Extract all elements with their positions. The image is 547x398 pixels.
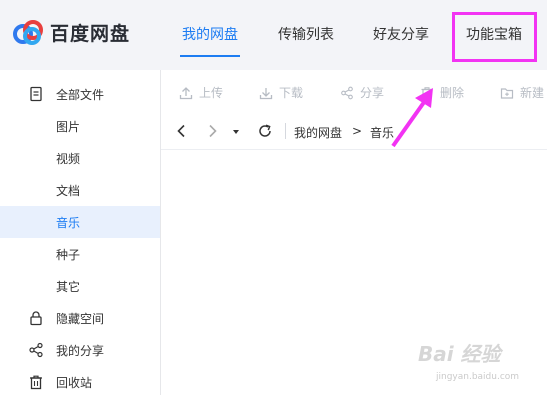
chevron-left-icon — [177, 124, 185, 138]
path-bar: 我的网盘 > 音乐 — [161, 115, 547, 150]
file-icon — [30, 86, 42, 102]
upload-icon — [179, 86, 193, 99]
sidebar-item-my-shares[interactable]: 我的分享 — [0, 334, 160, 366]
path-divider — [285, 123, 286, 139]
caret-down-icon — [233, 130, 239, 134]
sidebar-item-images[interactable]: 图片 — [0, 110, 160, 142]
sidebar-item-label: 文档 — [56, 183, 81, 198]
new-folder-icon — [500, 87, 514, 99]
refresh-button[interactable] — [257, 123, 273, 139]
annotation-arrow — [391, 88, 433, 148]
sidebar-item-label: 其它 — [56, 279, 81, 294]
download-button[interactable]: 下载 — [259, 84, 303, 101]
sidebar-item-label: 隐藏空间 — [56, 311, 105, 326]
share-icon — [341, 86, 353, 99]
download-label: 下载 — [279, 86, 304, 100]
sidebar-item-torrents[interactable]: 种子 — [0, 238, 160, 270]
app-logo[interactable]: 百度网盘 — [12, 18, 130, 46]
new-folder-label: 新建 — [520, 86, 545, 100]
tab-my-disk[interactable]: 我的网盘 — [182, 24, 238, 44]
sidebar-item-label: 视频 — [56, 151, 81, 166]
sidebar-item-label: 回收站 — [56, 375, 93, 390]
share-icon — [29, 342, 43, 358]
top-header: 百度网盘 我的网盘 传输列表 好友分享 功能宝箱 — [0, 0, 547, 70]
sidebar-item-all-files[interactable]: 全部文件 — [0, 78, 160, 110]
sidebar-item-label: 种子 — [56, 247, 81, 262]
annotation-highlight-box — [452, 12, 537, 62]
share-button[interactable]: 分享 — [340, 84, 384, 101]
back-button[interactable] — [175, 123, 189, 139]
refresh-icon — [259, 124, 271, 137]
sidebar-item-documents[interactable]: 文档 — [0, 174, 160, 206]
file-toolbar: 上传 下载 分享 删除 新建 — [161, 72, 547, 112]
chevron-right-icon — [209, 124, 217, 138]
watermark-url: jingyan.baidu.com — [436, 372, 520, 382]
sidebar-item-videos[interactable]: 视频 — [0, 142, 160, 174]
sidebar-item-label: 我的分享 — [56, 343, 105, 358]
cloud-logo-icon — [13, 20, 43, 45]
sidebar-item-label: 图片 — [56, 119, 81, 134]
share-label: 分享 — [360, 86, 385, 100]
watermark: Bai 经验 — [418, 342, 501, 366]
upload-label: 上传 — [199, 86, 224, 100]
app-name: 百度网盘 — [50, 22, 131, 45]
sidebar-item-label: 音乐 — [56, 215, 81, 230]
breadcrumb-root[interactable]: 我的网盘 — [294, 124, 342, 141]
tab-transfer-list[interactable]: 传输列表 — [278, 24, 334, 44]
tab-friend-share[interactable]: 好友分享 — [373, 24, 429, 44]
sidebar-item-music[interactable]: 音乐 — [0, 206, 160, 238]
sidebar-item-label: 全部文件 — [56, 87, 105, 102]
sidebar-item-others[interactable]: 其它 — [0, 270, 160, 302]
history-dropdown-button[interactable] — [231, 123, 241, 139]
sidebar-item-recycle-bin[interactable]: 回收站 — [0, 366, 160, 398]
forward-button[interactable] — [205, 123, 219, 139]
lock-icon — [30, 311, 42, 326]
download-icon — [259, 87, 273, 99]
new-folder-button[interactable]: 新建 — [500, 84, 544, 101]
upload-button[interactable]: 上传 — [179, 84, 223, 101]
active-tab-indicator — [180, 55, 240, 57]
sidebar: 全部文件 图片 视频 文档 音乐 种子 其它 隐藏空间 我的分享 回收站 — [0, 70, 161, 395]
trash-icon — [30, 375, 42, 390]
breadcrumb-separator: > — [352, 124, 363, 138]
sidebar-item-hidden-space[interactable]: 隐藏空间 — [0, 302, 160, 334]
